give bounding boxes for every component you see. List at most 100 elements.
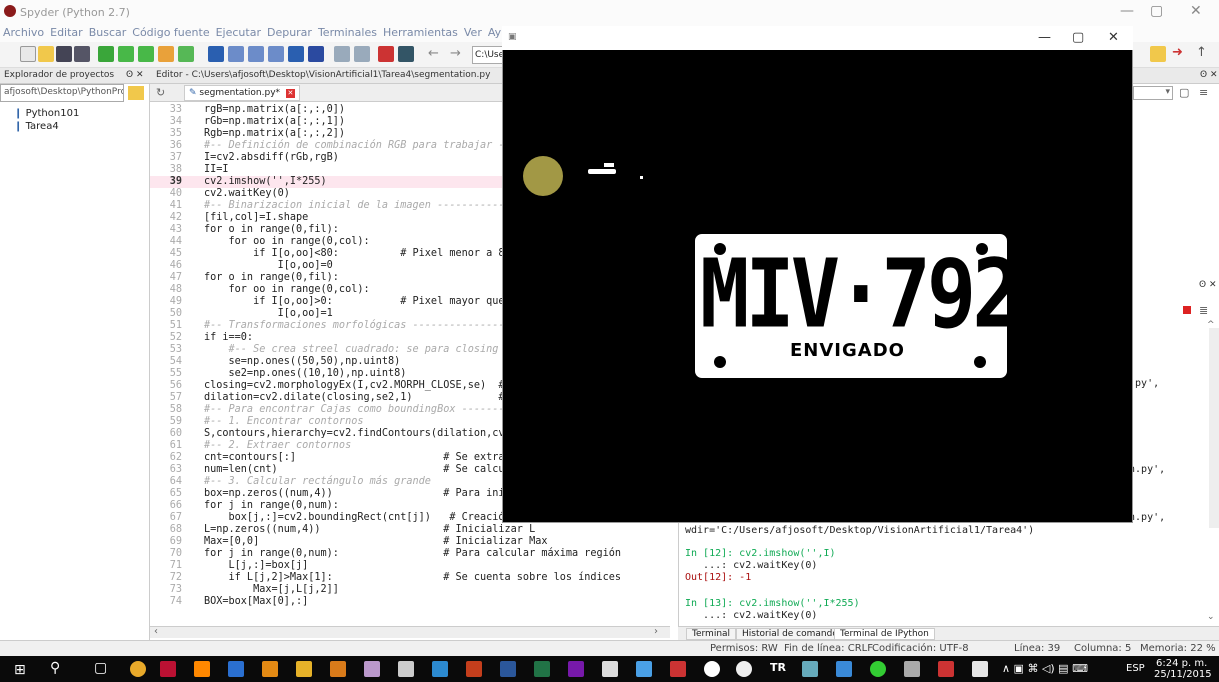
code-line[interactable]: 74 BOX=box[Max[0],:] xyxy=(150,596,670,608)
console-home-icon[interactable]: ▢ xyxy=(1179,86,1189,99)
app-icon[interactable] xyxy=(602,661,618,677)
start-windows-icon[interactable]: ⊞ xyxy=(14,662,26,678)
console-menu-icon[interactable]: ≣ xyxy=(1199,304,1208,317)
store-icon[interactable] xyxy=(398,661,414,677)
app-icon[interactable] xyxy=(296,661,312,677)
python-path-icon[interactable] xyxy=(398,46,414,62)
pane-close-icon[interactable]: ʘ ✕ xyxy=(126,70,144,80)
open-file-icon[interactable] xyxy=(38,46,54,62)
menu-buscar[interactable]: Buscar xyxy=(86,26,130,39)
debug-icon[interactable] xyxy=(208,46,224,62)
tab-list-icon[interactable]: ↻ xyxy=(156,86,165,99)
clock-time[interactable]: 6:24 p. m. xyxy=(1156,658,1207,669)
vlc-icon[interactable] xyxy=(194,661,210,677)
scroll-left-icon[interactable]: ‹ xyxy=(154,626,158,637)
task-view-icon[interactable]: ▢ xyxy=(94,660,107,676)
app-icon[interactable] xyxy=(262,661,278,677)
menu-archivo[interactable]: Archivo xyxy=(0,26,47,39)
maximize-button[interactable]: ▢ xyxy=(1150,3,1163,19)
folder-icon[interactable] xyxy=(1150,46,1166,62)
code-line[interactable]: 72 if L[j,2]>Max[1]: # Se cuenta sobre l… xyxy=(150,572,670,584)
python-icon[interactable] xyxy=(972,661,988,677)
code-line[interactable]: 71 L[j,:]=box[j] xyxy=(150,560,670,572)
code-line[interactable]: 69 Max=[0,0] # Inicializar Max xyxy=(150,536,670,548)
close-button[interactable]: ✕ xyxy=(1190,3,1202,19)
step-return-icon[interactable] xyxy=(268,46,284,62)
working-dir-field[interactable]: C:\User xyxy=(472,46,506,64)
language-indicator[interactable]: ESP xyxy=(1126,663,1145,674)
console-options-icon[interactable]: ≡ xyxy=(1199,86,1208,99)
up-arrow-icon[interactable]: ↑ xyxy=(1196,45,1207,60)
app-icon[interactable] xyxy=(160,661,176,677)
scroll-down-icon[interactable]: ⌄ xyxy=(1207,612,1215,622)
console-top-field[interactable]: ▾ xyxy=(1133,86,1173,100)
menu-ver[interactable]: Ver xyxy=(461,26,485,39)
clock-date[interactable]: 25/11/2015 xyxy=(1154,669,1212,680)
tab-terminal[interactable]: Terminal xyxy=(686,628,737,640)
app-icon[interactable] xyxy=(636,661,652,677)
step-into-icon[interactable] xyxy=(248,46,264,62)
editor-hscroll[interactable]: ‹ › xyxy=(150,626,670,638)
pane-close-icon-right[interactable]: ʘ ✕ xyxy=(1200,70,1218,80)
tr-app-icon[interactable]: TR xyxy=(770,661,786,674)
menu-editar[interactable]: Editar xyxy=(47,26,86,39)
image-window-titlebar[interactable]: ▣ — ▢ ✕ xyxy=(502,26,1133,50)
continue-icon[interactable] xyxy=(288,46,304,62)
tab-ipython[interactable]: Terminal de IPython xyxy=(834,628,935,640)
console-close-icon[interactable]: ʘ ✕ xyxy=(1199,280,1217,290)
stop-debug-icon[interactable] xyxy=(308,46,324,62)
code-line[interactable]: 68 L=np.zeros((num,4)) # Inicializar L xyxy=(150,524,670,536)
menu-codigo-fuente[interactable]: Código fuente xyxy=(129,26,212,39)
tab-segmentation[interactable]: ✎ segmentation.py* ✕ xyxy=(184,85,300,101)
menu-ejecutar[interactable]: Ejecutar xyxy=(213,26,264,39)
chrome-icon[interactable] xyxy=(130,661,146,677)
save-all-icon[interactable] xyxy=(74,46,90,62)
tab-close-icon[interactable]: ✕ xyxy=(285,89,295,98)
powerpoint-icon[interactable] xyxy=(466,661,482,677)
app-icon[interactable] xyxy=(802,661,818,677)
tab-history[interactable]: Historial de comandos xyxy=(736,628,849,640)
app-icon[interactable] xyxy=(870,661,886,677)
settings-icon[interactable] xyxy=(938,661,954,677)
image-window-minimize[interactable]: — xyxy=(1038,30,1051,45)
app-icon[interactable] xyxy=(704,661,720,677)
excel-icon[interactable] xyxy=(534,661,550,677)
app-icon[interactable] xyxy=(228,661,244,677)
onenote-icon[interactable] xyxy=(568,661,584,677)
image-window-maximize[interactable]: ▢ xyxy=(1072,30,1084,45)
fullscreen-icon[interactable] xyxy=(354,46,370,62)
project-folder-icon[interactable] xyxy=(128,86,144,100)
parent-dir-arrow-icon[interactable]: ➜ xyxy=(1172,45,1183,60)
code-line[interactable]: 70 for j in range(0,num): # Para calcular… xyxy=(150,548,670,560)
run-cell-advance-icon[interactable] xyxy=(138,46,154,62)
menu-depurar[interactable]: Depurar xyxy=(264,26,315,39)
menu-herramientas[interactable]: Herramientas xyxy=(380,26,461,39)
re-run-icon[interactable] xyxy=(178,46,194,62)
preferences-icon[interactable] xyxy=(378,46,394,62)
tree-item-tarea4[interactable]: ❙ Tarea4 xyxy=(0,121,150,134)
app-icon[interactable] xyxy=(904,661,920,677)
run-icon[interactable] xyxy=(98,46,114,62)
run-selection-icon[interactable] xyxy=(158,46,174,62)
tree-item-python101[interactable]: ❙ Python101 xyxy=(0,108,150,121)
save-icon[interactable] xyxy=(56,46,72,62)
console-scrollbar[interactable] xyxy=(1209,328,1219,528)
menu-terminales[interactable]: Terminales xyxy=(315,26,380,39)
back-arrow-icon[interactable]: ← xyxy=(428,46,439,61)
tray-icons[interactable]: ∧ ▣ ⌘ ◁) ▤ ⌨ xyxy=(1002,662,1088,675)
app-icon[interactable] xyxy=(330,661,346,677)
new-file-icon[interactable] xyxy=(20,46,36,62)
scroll-right-icon[interactable]: › xyxy=(654,626,658,637)
maximize-pane-icon[interactable] xyxy=(334,46,350,62)
app-icon[interactable] xyxy=(836,661,852,677)
step-icon[interactable] xyxy=(228,46,244,62)
app-icon[interactable] xyxy=(736,661,752,677)
code-line[interactable]: 73 Max=[j,L[j,2]] xyxy=(150,584,670,596)
project-path-field[interactable]: afjosoft\Desktop\PythonProject xyxy=(0,84,124,102)
run-cell-icon[interactable] xyxy=(118,46,134,62)
app-icon[interactable] xyxy=(432,661,448,677)
forward-arrow-icon[interactable]: → xyxy=(450,46,461,61)
search-icon[interactable]: ⚲ xyxy=(50,660,60,676)
minimize-button[interactable]: — xyxy=(1120,3,1134,19)
app-icon[interactable] xyxy=(670,661,686,677)
